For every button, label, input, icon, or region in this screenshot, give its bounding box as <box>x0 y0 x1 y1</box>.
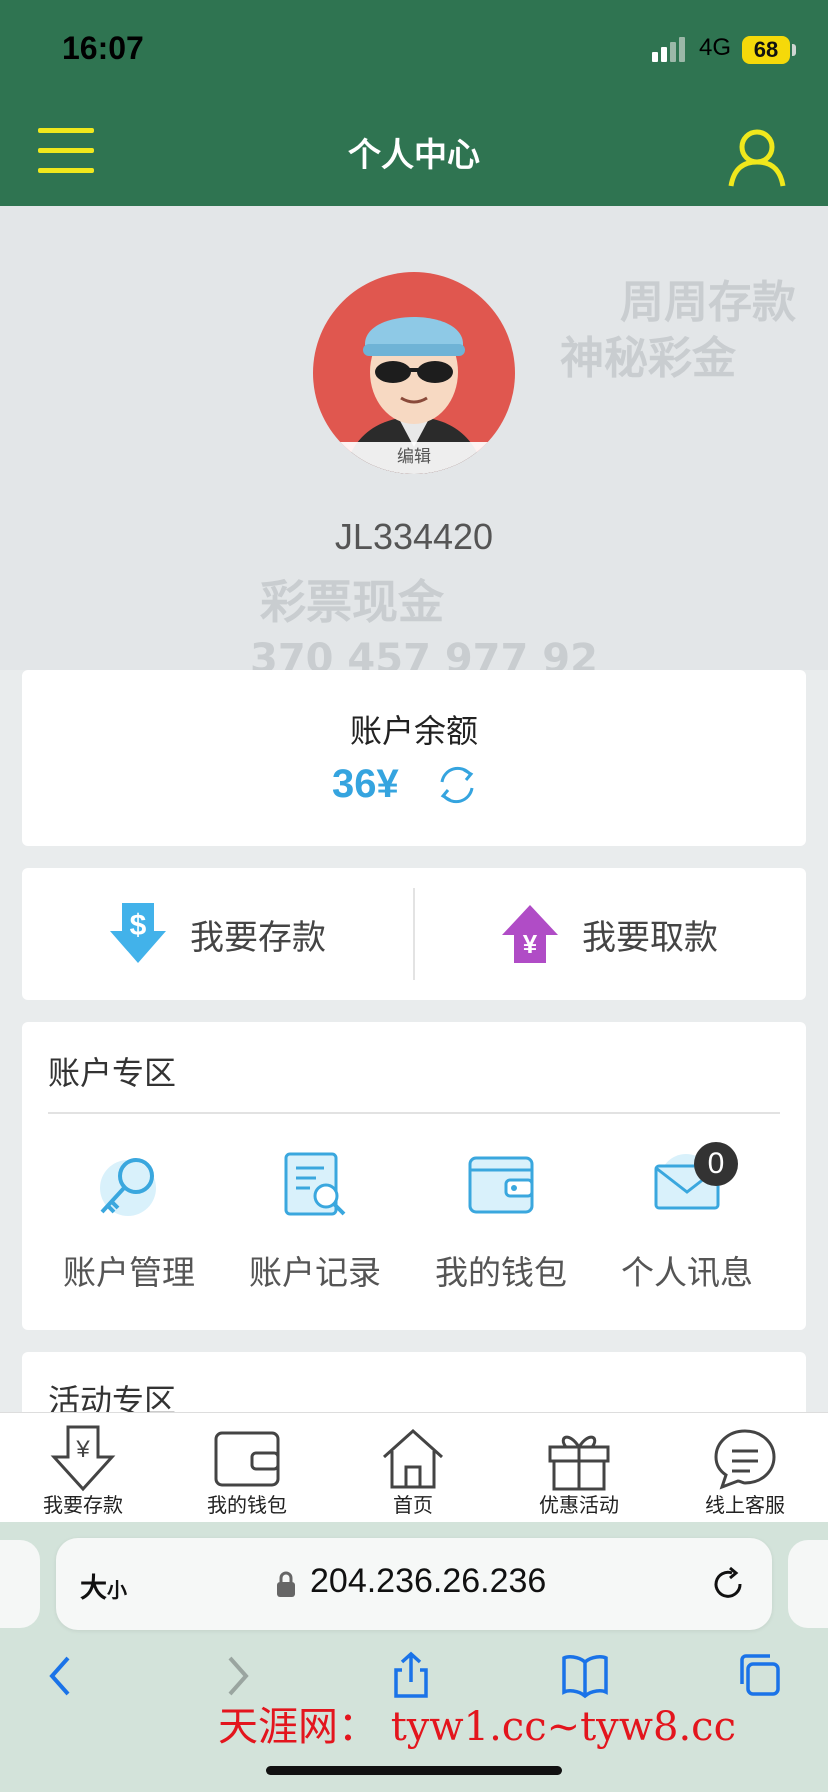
deposit-label: 我要存款 <box>190 917 326 958</box>
account-management-label: 账户管理 <box>63 1253 195 1292</box>
text-size-big: 大 <box>80 1573 107 1604</box>
avatar-edit-label[interactable]: 编辑 <box>313 442 515 474</box>
lock-icon <box>276 1570 296 1598</box>
home-icon <box>382 1428 444 1489</box>
tab-home-label: 首页 <box>393 1493 433 1517</box>
deposit-icon: ¥ <box>50 1425 116 1492</box>
share-icon[interactable] <box>386 1650 436 1700</box>
divider <box>48 1112 780 1114</box>
tab-wallet[interactable]: 我的钱包 <box>172 1413 322 1523</box>
battery-tip <box>792 44 796 56</box>
bottom-tab-bar: ¥ 我要存款 我的钱包 首页 优惠活动 线上客服 <box>0 1412 828 1523</box>
back-icon[interactable] <box>38 1650 88 1700</box>
status-time: 16:07 <box>62 30 144 66</box>
account-zone-card: 账户专区 账户管理 账户记录 我的钱包 个人讯息 <box>22 1022 806 1330</box>
svg-text:¥: ¥ <box>75 1436 90 1463</box>
text-size-button[interactable]: 大小 <box>80 1566 127 1605</box>
tab-deposit-label: 我要存款 <box>43 1493 123 1517</box>
withdraw-label: 我要取款 <box>582 917 718 958</box>
network-type: 4G <box>699 34 732 61</box>
deposit-withdraw-card: $ 我要存款 ¥ 我要取款 <box>22 868 806 1000</box>
tabs-icon[interactable] <box>734 1650 784 1700</box>
divider <box>413 888 415 980</box>
tab-customer-service[interactable]: 线上客服 <box>670 1413 820 1523</box>
activity-zone-card: 活动专区 <box>22 1352 806 1412</box>
withdraw-arrow-icon: ¥ <box>502 905 558 963</box>
wallet-icon <box>466 1150 536 1220</box>
tab-deposit[interactable]: ¥ 我要存款 <box>8 1413 158 1523</box>
signal-icon <box>652 36 694 68</box>
deposit-arrow-icon: $ <box>110 903 166 963</box>
tab-promotions[interactable]: 优惠活动 <box>504 1413 654 1523</box>
account-record-label: 账户记录 <box>249 1253 381 1292</box>
message-count-badge: 0 <box>694 1142 738 1186</box>
key-icon <box>94 1150 164 1220</box>
username: JL334420 <box>334 516 494 557</box>
deposit-button[interactable]: $ 我要存款 <box>108 868 326 1000</box>
battery-level: 68 <box>742 36 790 64</box>
tab-customer-service-label: 线上客服 <box>705 1493 785 1517</box>
page-title: 个人中心 <box>348 135 480 174</box>
wallet-icon <box>214 1431 280 1487</box>
account-management-item[interactable]: 账户管理 <box>36 1150 222 1294</box>
account-record-item[interactable]: 账户记录 <box>222 1150 408 1294</box>
user-icon[interactable] <box>726 126 788 188</box>
avatar[interactable]: 编辑 <box>313 272 515 474</box>
svg-text:$: $ <box>130 909 147 942</box>
balance-card: 账户余额 36¥ <box>22 670 806 846</box>
next-tab-edge[interactable] <box>788 1540 828 1628</box>
balance-value: 36¥ <box>332 762 399 806</box>
home-indicator <box>266 1766 562 1775</box>
personal-message-item[interactable]: 个人讯息 <box>594 1150 780 1294</box>
chat-icon <box>714 1429 776 1490</box>
url-text[interactable]: 204.236.26.236 <box>310 1562 546 1601</box>
personal-message-label: 个人讯息 <box>621 1253 753 1292</box>
watermark-text: 天涯网： tyw1.cc~tyw8.cc <box>218 1704 736 1750</box>
account-zone-title: 账户专区 <box>48 1054 177 1092</box>
refresh-icon[interactable] <box>434 762 480 808</box>
balance-label: 账户余额 <box>349 712 478 750</box>
forward-icon[interactable] <box>212 1650 262 1700</box>
tab-wallet-label: 我的钱包 <box>207 1493 287 1517</box>
withdraw-button[interactable]: ¥ 我要取款 <box>500 868 718 1000</box>
bookmarks-icon[interactable] <box>560 1650 610 1700</box>
activity-zone-title: 活动专区 <box>48 1382 177 1412</box>
my-wallet-item[interactable]: 我的钱包 <box>408 1150 594 1294</box>
text-size-small: 小 <box>107 1578 127 1602</box>
tab-home[interactable]: 首页 <box>338 1413 488 1523</box>
tab-promotions-label: 优惠活动 <box>539 1493 619 1517</box>
my-wallet-label: 我的钱包 <box>435 1253 567 1292</box>
previous-tab-edge[interactable] <box>0 1540 40 1628</box>
reload-icon[interactable] <box>710 1566 746 1602</box>
record-search-icon <box>280 1150 350 1220</box>
gift-icon <box>548 1435 610 1491</box>
svg-text:¥: ¥ <box>523 929 538 959</box>
